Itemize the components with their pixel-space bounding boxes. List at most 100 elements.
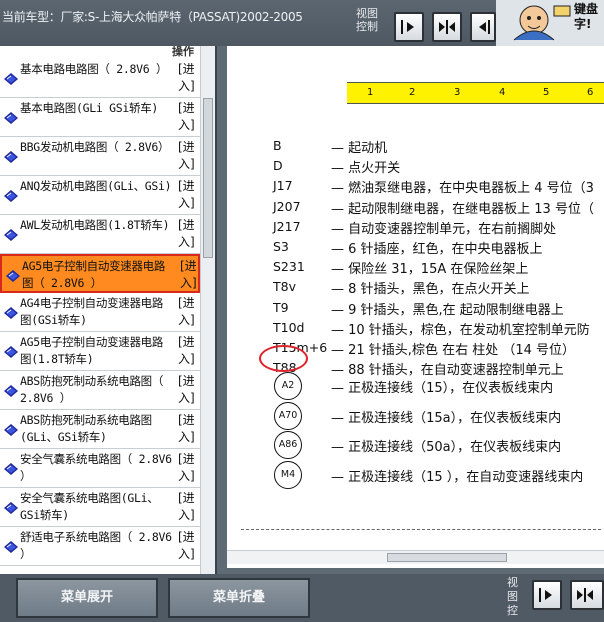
item-label: BBG发动机电路图（ 2.8V6） [20, 140, 170, 154]
enter-link[interactable]: [进入] [178, 373, 198, 407]
legend-description: — 6 针插座，红色，在中央电器板上 [331, 242, 543, 257]
book-icon [4, 385, 18, 397]
circuit-list-panel: 操作 基本电路电路图（ 2.8V6 ） [进入] 基本电路图(GLi GSi轿车) [… [0, 46, 217, 574]
connector-description: — 正极连接线（15a），在仪表板线束内 [331, 410, 562, 426]
list-item[interactable]: 基本电路电路图（ 2.8V6 ） [进入] [0, 59, 200, 98]
legend-code: S231 [273, 259, 305, 275]
connector-description: — 正极连接线（15），在仪表板线束内 [331, 381, 554, 396]
legend-description: — 起动限制继电器，在继电器板上 13 号位（ [331, 201, 594, 217]
list-item[interactable]: AWL发动机电路图(1.8T轿车) [进入] [0, 215, 200, 254]
list-item[interactable]: ABS防抱死制动系统电路图(GLi、GSi轿车) [进入] [0, 410, 200, 449]
enter-link[interactable]: [进入] [178, 61, 198, 95]
connector-description: — 正极连接线（15 ），在自动变速器线束内 [331, 469, 584, 485]
legend-description: — 9 针插头，黑色,在 起动限制继电器上 [331, 302, 564, 318]
bottom-view-split-button[interactable] [570, 580, 604, 610]
enter-link[interactable]: [进入] [178, 217, 198, 251]
list-item[interactable]: BBG发动机电路图（ 2.8V6） [进入] [0, 137, 200, 176]
legend-code: D [273, 158, 283, 174]
book-icon [4, 307, 18, 319]
legend-description: — 点火开关 [331, 161, 401, 177]
enter-link[interactable]: [进入] [178, 412, 198, 446]
view-control-label: 视图控制 [356, 7, 378, 33]
action-column-header: 操作 [172, 46, 194, 58]
enter-link[interactable]: [进入] [178, 295, 198, 329]
horizontal-scrollbar[interactable] [227, 550, 604, 564]
legend-code: T9 [273, 299, 289, 315]
legend-code: J217 [273, 218, 301, 234]
book-icon [4, 502, 18, 514]
legend-description: — 21 针插头,棕色 在右 柱处 （14 号位） [331, 343, 576, 358]
bottom-view-right-button[interactable] [532, 580, 562, 610]
ad-banner[interactable]: 键盘字! [496, 0, 604, 46]
item-label: AG5电子控制自动变速器电路图(1.8T轿车) [20, 335, 164, 366]
list-item[interactable]: 安全气囊系统电路图(GLi、GSi轿车) [进入] [0, 488, 200, 527]
top-bar: 当前车型：厂家:S-上海大众帕萨特（PASSAT)2002-2005 视图控制 … [0, 0, 604, 46]
item-label: ABS防抱死制动系统电路图（ 2.8V6 ） [20, 374, 164, 405]
list-item[interactable]: AG5电子控制自动变速器电路图(1.8T轿车) [进入] [0, 332, 200, 371]
item-label: AWL发动机电路图(1.8T轿车) [20, 218, 170, 232]
book-icon [4, 541, 18, 553]
enter-link[interactable]: [进入] [178, 490, 198, 524]
legend-description: — 起动机 [331, 141, 388, 156]
book-icon [6, 270, 20, 282]
legend-description: — 保险丝 31，15A 在保险丝架上 [331, 262, 529, 278]
legend-code: B [273, 138, 282, 153]
enter-link[interactable]: [进入] [178, 334, 198, 368]
legend-description: — 自动变速器控制单元，在右前搁脚处 [331, 221, 557, 237]
ruler-number: 1 [367, 87, 374, 98]
ruler-number: 2 [409, 87, 416, 98]
view-right-button[interactable] [394, 12, 424, 42]
book-icon [4, 190, 18, 202]
vehicle-title: 当前车型：厂家:S-上海大众帕萨特（PASSAT)2002-2005 [2, 10, 303, 24]
list-item[interactable]: 基本电路图(GLi GSi轿车) [进入] [0, 98, 200, 137]
page-divider [241, 529, 601, 530]
legend-description: — 88 针插头，在自动变速器控制单元上 [331, 363, 564, 379]
enter-link[interactable]: [进入] [178, 451, 198, 485]
book-icon [4, 151, 18, 163]
legend-code: S3 [273, 239, 289, 254]
enter-link[interactable]: [进入] [178, 100, 198, 134]
list-item[interactable]: 安全气囊系统电路图（ 2.8V6 ） [进入] [0, 449, 200, 488]
enter-link[interactable]: [进入] [180, 258, 200, 292]
connector-badge: M4 [274, 460, 302, 489]
enter-link[interactable]: [进入] [178, 178, 198, 212]
list-scrollbar[interactable] [200, 46, 215, 574]
item-label: 基本电路图(GLi GSi轿车) [20, 101, 159, 115]
enter-link[interactable]: [进入] [178, 139, 198, 173]
arrow-right-icon [401, 20, 414, 34]
menu-expand-button[interactable]: 菜单展开 [16, 578, 158, 618]
ruler-number: 6 [587, 87, 594, 98]
ruler-number: 4 [499, 87, 506, 98]
diagram-view: 1 2 3 4 5 6 B — 起动机 D — 点火开关 J17 — 燃油泵继电器，在中央… [227, 46, 604, 568]
enter-link[interactable]: [进入] [178, 529, 198, 563]
book-icon [4, 424, 18, 436]
banner-text: 键盘字! [574, 2, 599, 31]
item-label: 安全气囊系统电路图（ 2.8V6 ） [20, 452, 172, 483]
connector-badge: A2 [274, 372, 302, 400]
view-split-button[interactable] [432, 12, 462, 42]
bottom-bar: 菜单展开 菜单折叠 视图控 [0, 574, 604, 622]
arrow-left-icon [479, 20, 490, 34]
list-item[interactable]: 舒适电子系统电路图（ 2.8V6 ） [进入] [0, 527, 200, 566]
book-icon [4, 73, 18, 85]
view-control-label-bottom: 视图控 [507, 576, 518, 617]
legend-description: — 燃油泵继电器，在中央电器板上 4 号位（3 [331, 181, 594, 197]
item-label: 安全气囊系统电路图(GLi、GSi轿车) [20, 491, 159, 522]
list-item[interactable]: AG4电子控制自动变速器电路图(GSi轿车) [进入] [0, 293, 200, 332]
list-item[interactable]: ABS防抱死制动系统电路图（ 2.8V6 ） [进入] [0, 371, 200, 410]
item-label: 基本电路电路图（ 2.8V6 ） [20, 62, 168, 76]
list-item[interactable]: ANQ发动机电路图(GLi、GSi) [进入] [0, 176, 200, 215]
ruler-number: 3 [454, 87, 461, 98]
item-label: ANQ发动机电路图(GLi、GSi) [20, 179, 172, 193]
grid-ruler: 1 2 3 4 5 6 [347, 82, 604, 104]
book-icon [4, 229, 18, 241]
horizontal-scrollbar-thumb[interactable] [387, 553, 507, 562]
list-scrollbar-thumb[interactable] [203, 98, 213, 258]
list-item[interactable]: AG5电子控制自动变速器电路图（ 2.8V6 ） [进入] [0, 254, 200, 293]
menu-collapse-button[interactable]: 菜单折叠 [168, 578, 310, 618]
legend-code: J17 [273, 178, 293, 194]
legend-code: T8v [273, 279, 296, 295]
item-label: AG5电子控制自动变速器电路图（ 2.8V6 ） [22, 259, 166, 290]
view-left-button[interactable] [470, 12, 496, 42]
book-icon [4, 463, 18, 475]
